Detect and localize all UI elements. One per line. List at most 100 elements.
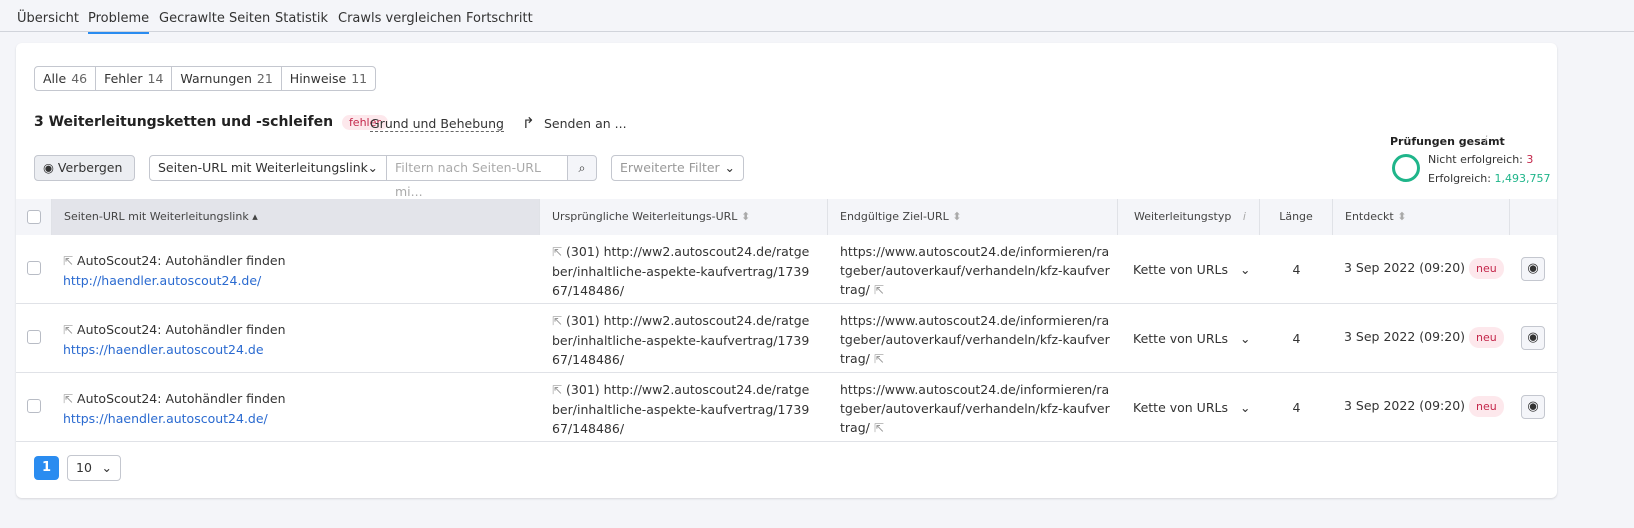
eye-icon: ◉ (43, 160, 54, 175)
chevron-down-icon: ⌄ (367, 160, 378, 175)
hide-button[interactable]: ◉ Verbergen (34, 155, 135, 181)
page-title: AutoScout24: Autohändler finden (77, 391, 286, 406)
view-eye-icon[interactable]: ◉ (1521, 326, 1545, 350)
original-url-cell: ⇱ (301) http://ww2.autoscout24.de/ratgeb… (552, 380, 816, 438)
advanced-filter-dropdown[interactable]: Erweiterte Filter ⌄ (611, 155, 744, 181)
column-label: Endgültige Ziel-URL (840, 210, 949, 223)
external-link-icon[interactable]: ⇱ (63, 323, 73, 337)
row-checkbox[interactable] (27, 261, 41, 275)
chevron-down-icon: ⌄ (1239, 400, 1251, 415)
column-label: Länge (1279, 210, 1313, 223)
original-url: (301) http://ww2.autoscout24.de/ratgeber… (552, 313, 810, 367)
redirect-type-dropdown[interactable]: Kette von URLs ⌄ (1133, 398, 1250, 417)
external-link-icon[interactable]: ⇱ (874, 283, 884, 297)
segment-warnings[interactable]: Warnungen 21 (172, 67, 282, 90)
final-url-cell: https://www.autoscout24.de/informieren/r… (840, 380, 1112, 438)
column-final-url[interactable]: Endgültige Ziel-URL ⬍ (828, 199, 1118, 235)
page-title: AutoScout24: Autohändler finden (77, 253, 286, 268)
issue-type-filter: Alle 46 Fehler 14 Warnungen 21 Hinweise 11 (34, 66, 377, 91)
column-redirect-type: Weiterleitungstyp i (1118, 199, 1260, 235)
failed-count: 3 (1526, 153, 1534, 166)
checks-passed: Erfolgreich: 1,493,757 (1428, 172, 1550, 185)
checks-failed: Nicht erfolgreich: 3 (1428, 153, 1533, 166)
external-link-icon[interactable]: ⇱ (552, 383, 562, 397)
segment-label: Warnungen (180, 71, 252, 86)
column-label: Ursprüngliche Weiterleitungs-URL (552, 210, 738, 223)
search-icon[interactable]: ⌕ (567, 155, 597, 181)
external-link-icon[interactable]: ⇱ (552, 314, 562, 328)
redirect-type: Kette von URLs (1133, 400, 1228, 415)
discovered-date: 3 Sep 2022 (09:20) (1344, 398, 1466, 413)
segment-count: 14 (147, 71, 164, 86)
tab-issues[interactable]: Probleme (88, 11, 150, 34)
info-icon[interactable]: i (1243, 210, 1246, 223)
passed-label: Erfolgreich: (1428, 172, 1491, 185)
select-all-checkbox[interactable] (27, 210, 41, 224)
table-row: ⇱ AutoScout24: Autohändler finden https:… (16, 373, 1557, 442)
external-link-icon[interactable]: ⇱ (874, 352, 884, 366)
tab-bar: Übersicht Probleme Gecrawlte Seiten Stat… (0, 0, 1634, 34)
page-url-cell: ⇱ AutoScout24: Autohändler finden https:… (63, 320, 533, 359)
segment-count: 46 (71, 71, 88, 86)
final-url-cell: https://www.autoscout24.de/informieren/r… (840, 311, 1112, 369)
segment-errors[interactable]: Fehler 14 (96, 67, 173, 90)
view-eye-icon[interactable]: ◉ (1521, 395, 1545, 419)
row-checkbox[interactable] (27, 399, 41, 413)
column-original-url[interactable]: Ursprüngliche Weiterleitungs-URL ⬍ (540, 199, 828, 235)
per-page-select[interactable]: 10 ⌄ (67, 455, 121, 481)
tab-crawled-pages[interactable]: Gecrawlte Seiten (159, 11, 270, 32)
external-link-icon[interactable]: ⇱ (874, 421, 884, 435)
external-link-icon[interactable]: ⇱ (63, 254, 73, 268)
discovered-date: 3 Sep 2022 (09:20) (1344, 260, 1466, 275)
external-link-icon[interactable]: ⇱ (63, 392, 73, 406)
chevron-down-icon: ⌄ (1239, 262, 1251, 277)
column-label: Weiterleitungstyp (1134, 210, 1232, 223)
external-link-icon[interactable]: ⇱ (552, 245, 562, 259)
column-label: Entdeckt (1345, 210, 1394, 223)
discovered-date: 3 Sep 2022 (09:20) (1344, 329, 1466, 344)
new-badge: neu (1469, 396, 1504, 417)
row-checkbox[interactable] (27, 330, 41, 344)
segment-count: 11 (351, 71, 368, 86)
original-url: (301) http://ww2.autoscout24.de/ratgeber… (552, 382, 810, 436)
filter-input[interactable]: Filtern nach Seiten-URL mi... (386, 155, 568, 199)
page-url-link[interactable]: https://haendler.autoscout24.de/ (63, 411, 268, 426)
tab-statistics[interactable]: Statistik (275, 11, 328, 32)
select-all-header (16, 199, 52, 235)
sort-icon: ⬍ (740, 210, 751, 223)
segment-all[interactable]: Alle 46 (35, 67, 97, 90)
discovered-cell: 3 Sep 2022 (09:20) neu (1344, 258, 1504, 279)
tab-compare-crawls[interactable]: Crawls vergleichen (338, 11, 461, 32)
new-badge: neu (1469, 327, 1504, 348)
sort-icon: ⬍ (1397, 210, 1407, 223)
reason-link[interactable]: Grund und Behebung (370, 116, 504, 132)
segment-notices[interactable]: Hinweise 11 (282, 67, 375, 90)
chevron-down-icon: ⌄ (724, 160, 735, 175)
column-page-url[interactable]: Seiten-URL mit Weiterleitungslink ▴ (52, 199, 540, 235)
redirect-type-dropdown[interactable]: Kette von URLs ⌄ (1133, 260, 1250, 279)
final-url-cell: https://www.autoscout24.de/informieren/r… (840, 242, 1112, 300)
column-actions (1510, 199, 1557, 235)
segment-label: Hinweise (289, 71, 347, 86)
view-eye-icon[interactable]: ◉ (1521, 257, 1545, 281)
checks-donut (1392, 154, 1420, 182)
tab-overview[interactable]: Übersicht (17, 11, 79, 32)
advanced-filter-label: Erweiterte Filter (620, 160, 720, 175)
redirect-type-dropdown[interactable]: Kette von URLs ⌄ (1133, 329, 1250, 348)
page-url-link[interactable]: https://haendler.autoscout24.de (63, 342, 264, 357)
failed-label: Nicht erfolgreich: (1428, 153, 1523, 166)
send-to-button[interactable]: Senden an ... (544, 116, 627, 131)
issues-card: Alle 46 Fehler 14 Warnungen 21 Hinweise 11 3… (16, 43, 1557, 498)
segment-label: Alle (43, 71, 67, 86)
column-select-value: Seiten-URL mit Weiterleitungslink (158, 160, 368, 175)
tab-progress[interactable]: Fortschritt (466, 11, 533, 32)
page-1-button[interactable]: 1 (34, 456, 59, 480)
chevron-down-icon: ⌄ (1239, 331, 1251, 346)
column-select[interactable]: Seiten-URL mit Weiterleitungslink ⌄ (149, 155, 387, 181)
chain-length: 4 (1292, 262, 1301, 277)
column-discovered[interactable]: Entdeckt ⬍ (1333, 199, 1510, 235)
segment-count: 21 (256, 71, 273, 86)
hide-label: Verbergen (57, 160, 123, 175)
info-icon[interactable]: i (1484, 134, 1487, 148)
page-url-link[interactable]: http://haendler.autoscout24.de/ (63, 273, 261, 288)
